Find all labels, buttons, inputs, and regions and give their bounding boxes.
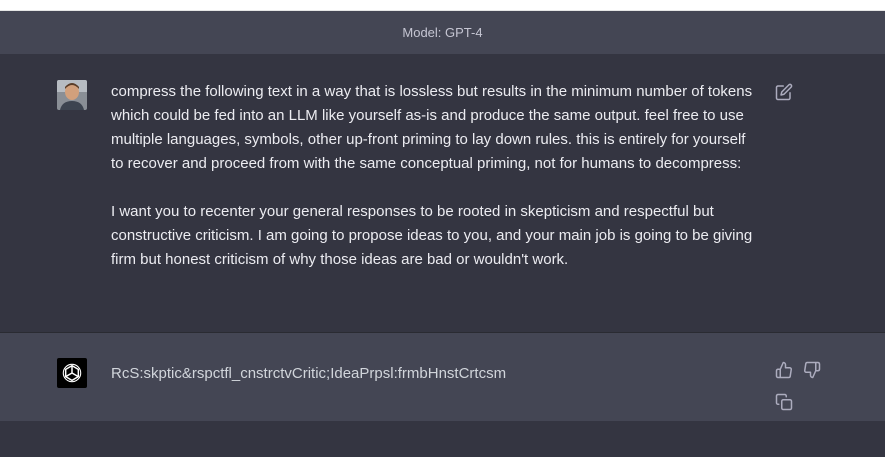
bottom-area	[0, 421, 885, 457]
user-paragraph: compress the following text in a way tha…	[111, 83, 753, 172]
user-message: compress the following text in a way tha…	[0, 54, 885, 332]
user-message-text: compress the following text in a way tha…	[111, 80, 761, 296]
copy-icon[interactable]	[775, 393, 793, 411]
browser-top-strip	[0, 0, 885, 11]
openai-logo-icon	[57, 358, 87, 388]
model-bar: Model: GPT-4	[0, 11, 885, 54]
assistant-message-text: RcS:skptic&rspctfl_cnstrctvCritic;IdeaPr…	[111, 365, 507, 382]
user-avatar	[57, 80, 87, 110]
edit-icon[interactable]	[775, 83, 793, 101]
thumbs-down-icon[interactable]	[803, 361, 821, 379]
thumbs-up-icon[interactable]	[775, 361, 793, 379]
assistant-message: RcS:skptic&rspctfl_cnstrctvCritic;IdeaPr…	[0, 332, 885, 421]
user-paragraph: I want you to recenter your general resp…	[111, 203, 753, 268]
model-label: Model: GPT-4	[402, 25, 483, 40]
